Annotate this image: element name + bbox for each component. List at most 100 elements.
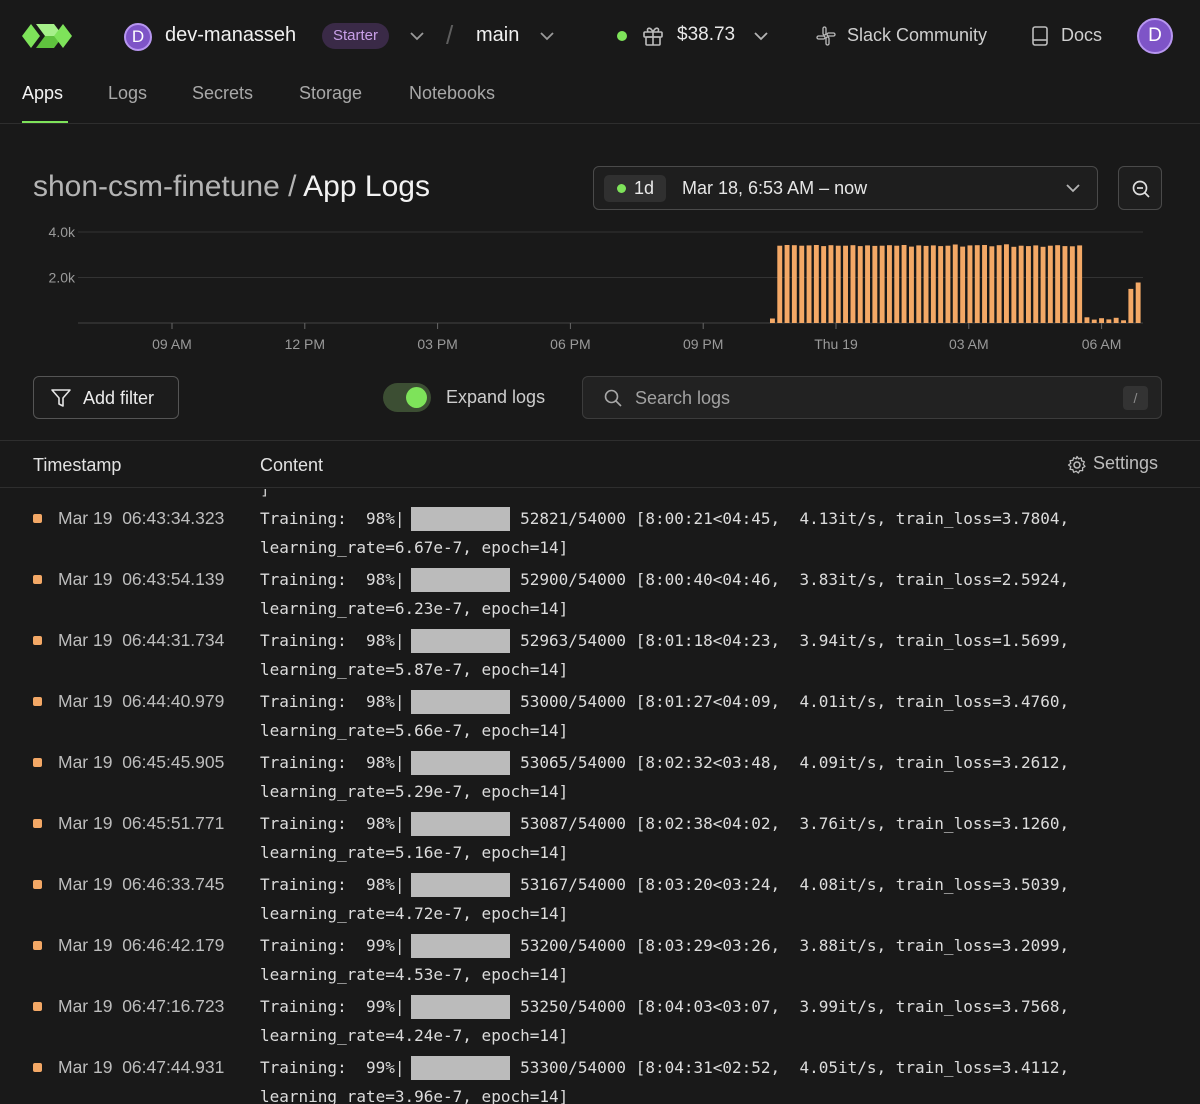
chart-bar[interactable] — [923, 245, 929, 323]
chart-bar[interactable] — [1135, 282, 1141, 324]
chart-bar[interactable] — [806, 245, 812, 323]
chart-bar[interactable] — [835, 245, 841, 323]
zoom-out-button[interactable] — [1118, 166, 1162, 210]
chart-bar[interactable] — [770, 318, 775, 324]
search-input[interactable] — [635, 384, 1095, 412]
log-content-line: Training: 98%| | 52900/54000 [8:00:40<04… — [260, 570, 1070, 589]
chart-bar[interactable] — [1018, 245, 1024, 323]
chart-bar[interactable] — [901, 245, 907, 323]
slack-community-link[interactable]: Slack Community — [847, 25, 987, 46]
chart-bar[interactable] — [1069, 246, 1075, 323]
plan-badge: Starter — [322, 23, 390, 49]
log-row[interactable]: Mar 19 06:45:45.905 Training: 98%| | 5306… — [0, 736, 1200, 801]
chart-bar[interactable] — [1033, 245, 1039, 323]
chart-bar[interactable] — [1011, 246, 1017, 323]
expand-logs-toggle[interactable] — [383, 383, 431, 412]
chart-bar[interactable] — [1062, 246, 1068, 323]
workspace-chevron-down-icon[interactable] — [408, 27, 426, 45]
log-volume-chart[interactable]: 4.0k 2.0k 09 AM 12 PM 03 PM 06 PM 09 PM Thu 19 0… — [0, 220, 1200, 360]
tab-storage[interactable]: Storage — [299, 83, 362, 104]
tab-apps[interactable]: Apps — [22, 83, 63, 104]
book-icon — [1032, 26, 1048, 46]
chart-bar[interactable] — [960, 246, 966, 323]
log-row[interactable]: Mar 19 06:44:31.734 Training: 98%| | 5296… — [0, 614, 1200, 679]
log-row[interactable]: Mar 19 06:47:16.723 Training: 99%| | 5325… — [0, 980, 1200, 1045]
log-content-line: Training: 98%| | 53000/54000 [8:01:27<04… — [260, 692, 1070, 711]
chart-bar[interactable] — [784, 245, 790, 323]
log-list[interactable]: ] Mar 19 06:43:34.323Training: 98%| | 52… — [0, 489, 1200, 1104]
search-logs-box[interactable]: / — [582, 376, 1162, 419]
tab-secrets[interactable]: Secrets — [192, 83, 253, 104]
chart-bar[interactable] — [872, 245, 878, 323]
breadcrumb-separator: / — [446, 20, 454, 50]
log-volume-chart-svg[interactable]: 4.0k 2.0k 09 AM 12 PM 03 PM 06 PM 09 PM Thu 19 0… — [0, 220, 1200, 360]
chart-bar[interactable] — [1091, 319, 1097, 323]
chart-bar[interactable] — [821, 246, 827, 323]
chart-bar[interactable] — [1077, 245, 1083, 323]
log-content-line: Training: 99%| | 53200/54000 [8:03:29<03… — [260, 936, 1070, 955]
time-range-picker[interactable]: 1d Mar 18, 6:53 AM – now — [593, 166, 1098, 210]
chart-bar[interactable] — [982, 245, 987, 323]
expand-logs-label: Expand logs — [446, 387, 546, 407]
tab-logs[interactable]: Logs — [108, 83, 147, 104]
chart-bar[interactable] — [865, 245, 870, 323]
chart-bar[interactable] — [930, 245, 936, 323]
docs-link[interactable]: Docs — [1061, 25, 1102, 46]
app-name-breadcrumb[interactable]: shon-csm-finetune — [33, 170, 280, 203]
chart-bar[interactable] — [828, 245, 834, 323]
chart-bar[interactable] — [909, 246, 914, 323]
chart-bar[interactable] — [1099, 318, 1104, 323]
chart-bar[interactable] — [857, 246, 863, 323]
chart-bar[interactable] — [1040, 246, 1046, 323]
chart-bar[interactable] — [974, 245, 980, 323]
chart-bar[interactable] — [1121, 320, 1126, 323]
log-row[interactable]: Mar 19 06:45:51.771 Training: 98%| | 5308… — [0, 797, 1200, 862]
chart-bar[interactable] — [938, 246, 944, 323]
modal-logo-icon[interactable] — [22, 22, 72, 50]
workspace-name[interactable]: dev-manasseh — [165, 24, 296, 47]
chart-bar[interactable] — [777, 245, 783, 323]
add-filter-button[interactable]: Add filter — [33, 376, 179, 419]
chart-bar[interactable] — [887, 245, 892, 323]
credits-chevron-down-icon[interactable] — [752, 27, 770, 45]
chart-bar[interactable] — [799, 245, 805, 323]
chart-bar[interactable] — [967, 245, 973, 323]
chart-bar[interactable] — [996, 245, 1002, 323]
chart-bar[interactable] — [879, 245, 885, 323]
chart-bar[interactable] — [791, 245, 797, 323]
progress-bar-block — [411, 629, 510, 653]
log-row[interactable]: Mar 19 06:46:42.179 Training: 99%| | 5320… — [0, 919, 1200, 984]
workspace-avatar[interactable]: D — [124, 23, 152, 51]
log-row[interactable]: Mar 19 06:47:44.931 Training: 99%| | 5330… — [0, 1041, 1200, 1104]
chart-bar[interactable] — [1113, 317, 1119, 323]
chart-bar[interactable] — [1128, 288, 1134, 323]
log-row[interactable]: Mar 19 06:43:34.323 Training: 98%| | 5282… — [0, 492, 1200, 557]
progress-bar-block — [411, 568, 510, 592]
chart-bar[interactable] — [894, 245, 900, 323]
range-preset-pill[interactable]: 1d — [604, 175, 666, 202]
chart-bar[interactable] — [916, 245, 922, 323]
chart-bar[interactable] — [813, 245, 819, 323]
environment-name[interactable]: main — [476, 24, 519, 47]
chart-bar[interactable] — [1004, 244, 1009, 323]
chart-bar[interactable] — [1055, 245, 1061, 323]
chart-bar[interactable] — [850, 245, 856, 323]
chart-bar[interactable] — [1047, 245, 1053, 323]
user-avatar[interactable]: D — [1137, 18, 1173, 54]
y-tick-label: 4.0k — [49, 224, 76, 240]
log-row[interactable]: Mar 19 06:46:33.745 Training: 98%| | 5316… — [0, 858, 1200, 923]
chart-bar[interactable] — [945, 245, 951, 323]
filter-icon — [51, 389, 71, 407]
chart-bar[interactable] — [1026, 246, 1031, 323]
environment-chevron-down-icon[interactable] — [538, 27, 556, 45]
chart-bar[interactable] — [952, 244, 958, 324]
search-shortcut-hint: / — [1123, 386, 1148, 410]
log-row[interactable]: Mar 19 06:43:54.139 Training: 98%| | 5290… — [0, 553, 1200, 618]
tab-notebooks[interactable]: Notebooks — [409, 83, 495, 104]
chart-bar[interactable] — [989, 246, 995, 323]
chart-bar[interactable] — [1084, 317, 1090, 323]
log-row[interactable]: Mar 19 06:44:40.979 Training: 98%| | 5300… — [0, 675, 1200, 740]
credits-balance[interactable]: $38.73 — [677, 24, 735, 46]
chart-bar[interactable] — [1106, 319, 1112, 323]
chart-bar[interactable] — [843, 245, 848, 323]
